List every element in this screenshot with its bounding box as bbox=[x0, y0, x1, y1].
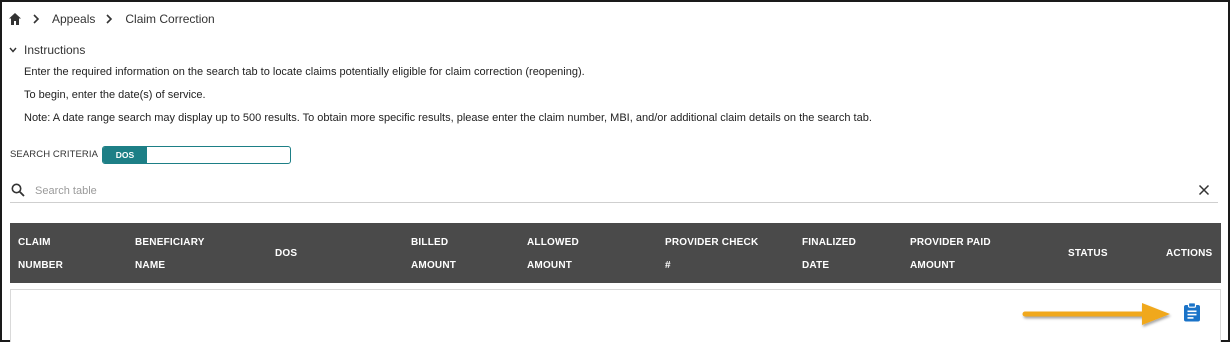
instructions-label: Instructions bbox=[24, 43, 86, 57]
clipboard-icon[interactable] bbox=[1183, 302, 1201, 322]
instruction-line: Enter the required information on the se… bbox=[24, 66, 585, 78]
column-header-billed-amount[interactable]: BILLED AMOUNT bbox=[411, 231, 456, 277]
search-criteria-option-dos[interactable]: DOS bbox=[103, 147, 147, 163]
column-header-status[interactable]: STATUS bbox=[1068, 242, 1108, 265]
instruction-line: To begin, enter the date(s) of service. bbox=[24, 89, 206, 101]
column-header-dos[interactable]: DOS bbox=[275, 242, 297, 265]
search-icon bbox=[11, 183, 25, 197]
column-header-actions: ACTIONS bbox=[1166, 248, 1213, 259]
chevron-right-icon bbox=[105, 13, 115, 25]
chevron-right-icon bbox=[32, 13, 42, 25]
column-header-beneficiary-name[interactable]: BENEFICIARY NAME bbox=[135, 231, 205, 277]
table-header: CLAIM NUMBER BENEFICIARY NAME DOS BILLED AM… bbox=[10, 223, 1221, 283]
search-criteria-label: SEARCH CRITERIA bbox=[10, 149, 99, 160]
column-header-provider-paid-amount[interactable]: PROVIDER PAID AMOUNT bbox=[910, 231, 991, 277]
annotation-arrow-icon bbox=[1022, 303, 1170, 325]
table-search-bar bbox=[10, 181, 1218, 203]
column-header-allowed-amount[interactable]: ALLOWED AMOUNT bbox=[527, 231, 579, 277]
instruction-line: Note: A date range search may display up… bbox=[24, 112, 872, 124]
search-criteria-toggle[interactable]: DOS bbox=[102, 146, 291, 164]
search-criteria-option-empty[interactable] bbox=[147, 147, 290, 163]
close-icon[interactable] bbox=[1198, 184, 1210, 196]
breadcrumb: Appeals Claim Correction bbox=[8, 11, 215, 27]
search-input[interactable] bbox=[35, 182, 1185, 200]
column-header-claim-number[interactable]: CLAIM NUMBER bbox=[18, 231, 63, 277]
column-header-provider-check[interactable]: PROVIDER CHECK # bbox=[665, 231, 758, 277]
chevron-down-icon bbox=[8, 45, 18, 55]
column-header-finalized-date[interactable]: FINALIZED DATE bbox=[802, 231, 856, 277]
breadcrumb-current: Claim Correction bbox=[125, 12, 215, 26]
breadcrumb-appeals-link[interactable]: Appeals bbox=[52, 12, 95, 26]
home-icon[interactable] bbox=[8, 12, 22, 26]
instructions-toggle[interactable]: Instructions bbox=[8, 43, 85, 57]
